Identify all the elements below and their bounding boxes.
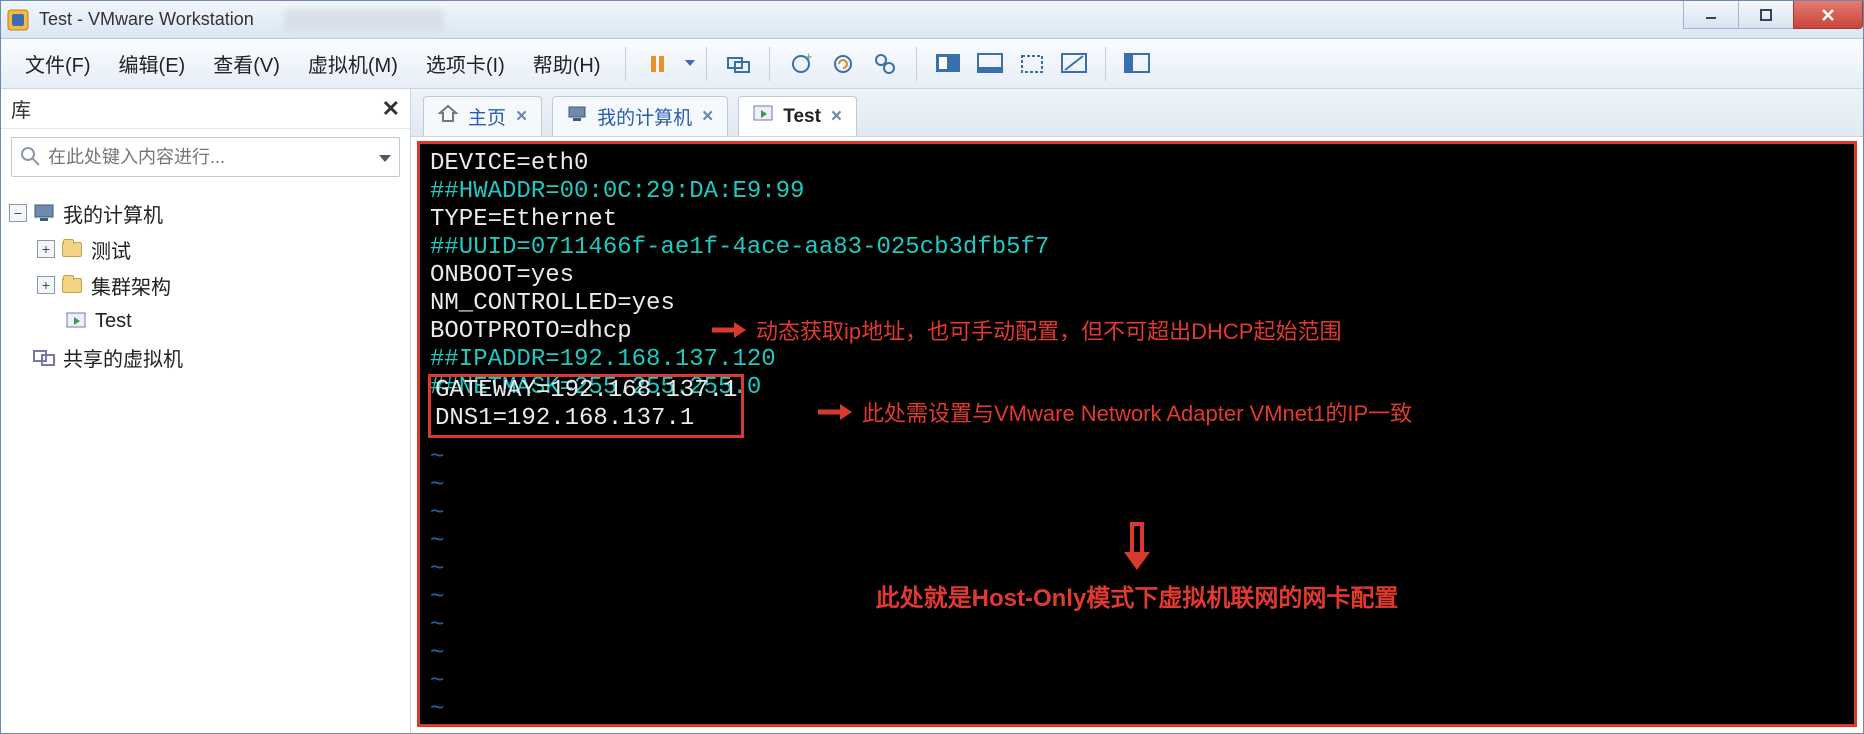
pause-button[interactable] <box>638 45 676 83</box>
menu-vm[interactable]: 虚拟机(M) <box>294 45 412 82</box>
sidebar-search <box>11 137 400 177</box>
svg-text:+: + <box>805 52 813 64</box>
tab-close-icon[interactable]: × <box>702 106 713 128</box>
expand-icon[interactable]: + <box>37 240 55 258</box>
tree-node-cluster-folder[interactable]: + 集群架构 <box>9 267 402 303</box>
arrow-right-icon <box>710 320 746 340</box>
tab-label: 我的计算机 <box>597 103 692 130</box>
vmware-app-icon <box>7 9 29 31</box>
arrow-right-icon <box>816 402 852 422</box>
toolbar-separator <box>706 47 707 81</box>
menu-view[interactable]: 查看(V) <box>199 45 294 82</box>
view-unity-icon[interactable] <box>971 45 1009 83</box>
tab-close-icon[interactable]: × <box>831 106 842 128</box>
annotation-text: 此处需设置与VMware Network Adapter VMnet1的IP一致 <box>862 396 1412 428</box>
annotation-summary: 此处就是Host-Only模式下虚拟机联网的网卡配置 <box>420 522 1854 613</box>
tree-label: 集群架构 <box>91 271 171 300</box>
annotation-gateway: 此处需设置与VMware Network Adapter VMnet1的IP一致 <box>816 396 1412 428</box>
view-fullscreen-icon[interactable] <box>1013 45 1051 83</box>
close-button[interactable] <box>1793 1 1863 29</box>
menu-tabs[interactable]: 选项卡(I) <box>412 45 519 82</box>
window-title: Test - VMware Workstation <box>39 9 254 30</box>
titlebar: Test - VMware Workstation <box>1 1 1863 39</box>
tab-label: 主页 <box>468 103 506 130</box>
annotation-text: 动态获取ip地址，也可手动配置，但不可超出DHCP起始范围 <box>756 314 1341 346</box>
library-tree: − 我的计算机 + 测试 + 集群架构 Test <box>1 185 410 385</box>
app-window: Test - VMware Workstation 文件(F) 编辑(E) 查看… <box>0 0 1864 734</box>
vm-running-icon <box>753 105 773 129</box>
console-line: ##IPADDR=192.168.137.120 <box>430 346 1844 374</box>
library-sidebar: 库 ✕ − 我的计算机 + 测试 + <box>1 89 411 733</box>
window-control-buttons <box>1684 1 1863 33</box>
menubar: 文件(F) 编辑(E) 查看(V) 虚拟机(M) 选项卡(I) 帮助(H) + <box>1 39 1863 89</box>
tree-label: 共享的虚拟机 <box>63 343 183 372</box>
snapshot-revert-icon[interactable] <box>824 45 862 83</box>
arrow-down-icon <box>1120 522 1154 572</box>
library-toggle-icon[interactable] <box>1118 45 1156 83</box>
tree-label: 测试 <box>91 235 131 264</box>
main-split: 库 ✕ − 我的计算机 + 测试 + <box>1 89 1863 733</box>
tree-node-test-folder[interactable]: + 测试 <box>9 231 402 267</box>
vm-running-icon <box>65 310 87 332</box>
tab-home[interactable]: 主页 × <box>423 96 542 136</box>
tab-mycomputer[interactable]: 我的计算机 × <box>552 96 728 136</box>
computer-icon <box>33 202 55 224</box>
sidebar-close-icon[interactable]: ✕ <box>382 96 400 122</box>
power-dropdown-icon[interactable] <box>684 52 696 75</box>
home-icon <box>438 104 458 130</box>
console-line-gateway: GATEWAY=192.168.137.1 <box>435 377 737 405</box>
search-icon <box>19 145 41 172</box>
maximize-button[interactable] <box>1738 1 1794 29</box>
tree-node-mycomputer[interactable]: − 我的计算机 <box>9 195 402 231</box>
tree-label: 我的计算机 <box>63 199 163 228</box>
toolbar-separator <box>916 47 917 81</box>
view-console-icon[interactable] <box>929 45 967 83</box>
console-line: DEVICE=eth0 <box>430 150 1844 178</box>
search-input[interactable] <box>11 137 400 177</box>
folder-icon <box>61 238 83 260</box>
tree-node-shared-vms[interactable]: 共享的虚拟机 <box>9 339 402 375</box>
tab-test[interactable]: Test × <box>738 96 857 136</box>
toolbar-separator <box>625 47 626 81</box>
gateway-highlight-box: GATEWAY=192.168.137.1 DNS1=192.168.137.1 <box>428 374 744 438</box>
tab-close-icon[interactable]: × <box>516 106 527 128</box>
menu-help[interactable]: 帮助(H) <box>519 45 615 82</box>
menu-file[interactable]: 文件(F) <box>11 45 105 82</box>
console-output: DEVICE=eth0##HWADDR=00:0C:29:DA:E9:99TYP… <box>420 144 1854 408</box>
tree-label: Test <box>95 310 132 333</box>
power-group <box>636 45 696 83</box>
folder-icon <box>61 274 83 296</box>
collapse-icon[interactable]: − <box>9 204 27 222</box>
blurred-secondary-title <box>284 9 444 31</box>
sidebar-header: 库 ✕ <box>1 89 410 129</box>
annotation-text: 此处就是Host-Only模式下虚拟机联网的网卡配置 <box>876 578 1399 613</box>
tree-node-test-vm[interactable]: Test <box>9 303 402 339</box>
computer-icon <box>567 105 587 129</box>
console-line: ##HWADDR=00:0C:29:DA:E9:99 <box>430 178 1844 206</box>
vm-console[interactable]: DEVICE=eth0##HWADDR=00:0C:29:DA:E9:99TYP… <box>417 141 1857 727</box>
menu-edit[interactable]: 编辑(E) <box>105 45 200 82</box>
toolbar-separator <box>1105 47 1106 81</box>
send-ctrl-alt-del-icon[interactable] <box>719 45 757 83</box>
toolbar-separator <box>769 47 770 81</box>
expand-icon[interactable]: + <box>37 276 55 294</box>
tab-label: Test <box>783 106 821 128</box>
snapshot-take-icon[interactable]: + <box>782 45 820 83</box>
tabbar: 主页 × 我的计算机 × Test × <box>411 89 1863 137</box>
snapshot-manager-icon[interactable] <box>866 45 904 83</box>
annotation-dhcp: 动态获取ip地址，也可手动配置，但不可超出DHCP起始范围 <box>710 314 1341 346</box>
view-exclusive-icon[interactable] <box>1055 45 1093 83</box>
console-line: TYPE=Ethernet <box>430 206 1844 234</box>
sidebar-title: 库 <box>11 94 31 123</box>
shared-vms-icon <box>33 346 55 368</box>
content-area: 主页 × 我的计算机 × Test × DEVICE=eth0##HWADDR=… <box>411 89 1863 733</box>
console-line-dns: DNS1=192.168.137.1 <box>435 405 737 433</box>
console-line: ##UUID=0711466f-ae1f-4ace-aa83-025cb3dfb… <box>430 234 1844 262</box>
console-line: ONBOOT=yes <box>430 262 1844 290</box>
minimize-button[interactable] <box>1683 1 1739 29</box>
search-dropdown-icon[interactable] <box>378 151 392 169</box>
